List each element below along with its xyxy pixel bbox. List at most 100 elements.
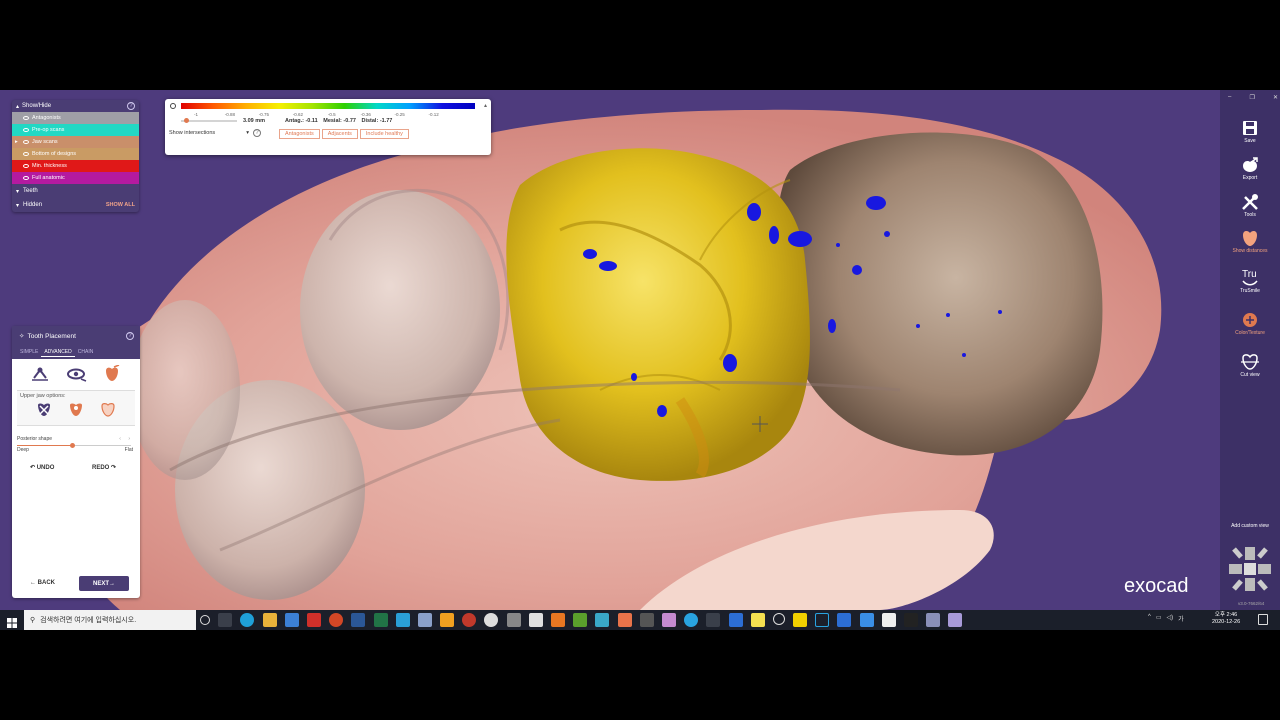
powerpoint-icon[interactable]: [329, 613, 344, 627]
eye-icon[interactable]: [23, 176, 29, 180]
color-texture-button[interactable]: Color/Texture: [1220, 310, 1280, 336]
layer-full-anatomic[interactable]: Full anatomic: [12, 172, 139, 184]
close-icon[interactable]: ✕: [1273, 94, 1278, 101]
excel-icon[interactable]: [373, 613, 388, 627]
mail-icon[interactable]: [284, 613, 299, 627]
save-button[interactable]: Save: [1220, 118, 1280, 144]
cortana-icon[interactable]: [200, 615, 210, 625]
app-icon[interactable]: [395, 613, 410, 627]
eye-icon[interactable]: [23, 128, 29, 132]
export-button[interactable]: Export: [1220, 155, 1280, 181]
minimize-icon[interactable]: –: [1228, 94, 1231, 101]
undo-button[interactable]: ↶ UNDO: [30, 464, 54, 471]
eye-icon[interactable]: [23, 152, 29, 156]
restore-icon[interactable]: ❐: [1249, 94, 1254, 101]
adjacents-button[interactable]: Adjacents: [321, 129, 358, 139]
app-icon[interactable]: [881, 613, 896, 627]
app-icon[interactable]: [551, 613, 565, 627]
show-hide-header[interactable]: ▴ Show/Hide ?: [12, 100, 139, 112]
notification-icon[interactable]: [1258, 614, 1268, 625]
magnifier-icon[interactable]: [528, 613, 543, 627]
file-explorer-icon[interactable]: [262, 613, 277, 627]
app-icon[interactable]: [462, 613, 477, 627]
help-icon[interactable]: ?: [253, 129, 261, 137]
kakaotalk-icon[interactable]: [793, 613, 808, 627]
volume-icon[interactable]: ◁): [1167, 614, 1174, 623]
app-icon[interactable]: [750, 613, 765, 627]
network-icon[interactable]: ▭: [1156, 614, 1162, 623]
app-icon[interactable]: [639, 613, 654, 627]
language-icon[interactable]: 가: [1178, 614, 1184, 623]
app-icon[interactable]: [661, 613, 676, 627]
exocad-taskbar-icon[interactable]: [948, 613, 963, 627]
teeth-group[interactable]: ▾ Teeth: [12, 184, 139, 198]
posterior-shape-slider[interactable]: [17, 443, 131, 448]
view-rotate-icon[interactable]: [65, 365, 87, 383]
app-icon[interactable]: [595, 613, 610, 627]
app-icon[interactable]: [859, 613, 874, 627]
free-move-icon[interactable]: [29, 365, 51, 383]
app-icon[interactable]: [904, 613, 918, 627]
taskbar-clock[interactable]: 오후 2:46 2020-12-26: [1212, 612, 1240, 626]
task-view-icon[interactable]: [218, 613, 233, 627]
tab-chain[interactable]: CHAIN: [75, 348, 97, 357]
add-custom-view-button[interactable]: Add custom view: [1220, 523, 1280, 529]
layer-bottom-of-designs[interactable]: Bottom of designs: [12, 148, 139, 160]
taskbar-search[interactable]: ⚲ 검색하려면 여기에 입력하십시오.: [24, 610, 196, 630]
app-icon[interactable]: [573, 613, 588, 627]
app-icon[interactable]: [617, 613, 632, 627]
expand-icon[interactable]: ▸: [15, 139, 18, 145]
arrow-left-right-icon[interactable]: ‹ ›: [119, 436, 133, 442]
tools-button[interactable]: Tools: [1220, 192, 1280, 218]
chrome-icon[interactable]: [484, 613, 499, 627]
eye-icon[interactable]: [23, 116, 29, 120]
show-all-button[interactable]: SHOW ALL: [106, 202, 135, 208]
app-icon[interactable]: [417, 613, 432, 627]
tooth-morph-icon[interactable]: [68, 401, 84, 418]
word-icon[interactable]: [351, 613, 366, 627]
layer-pre-op-scans[interactable]: Pre-op scans: [12, 124, 139, 136]
app-icon[interactable]: [684, 613, 699, 627]
dental-scene[interactable]: [0, 90, 1220, 610]
3d-viewport[interactable]: [0, 90, 1220, 610]
view-navigator[interactable]: [1228, 545, 1272, 593]
layer-antagonists[interactable]: Antagonists: [12, 112, 139, 124]
chevron-up-icon[interactable]: ^: [1148, 614, 1151, 623]
layer-min-thickness[interactable]: Min. thickness: [12, 160, 139, 172]
calculator-icon[interactable]: [506, 613, 521, 627]
help-icon[interactable]: ?: [127, 102, 135, 110]
edge-icon[interactable]: [240, 613, 255, 627]
redo-button[interactable]: REDO ↷: [92, 464, 116, 471]
tooth-adapt-icon[interactable]: [101, 365, 123, 383]
help-icon[interactable]: ?: [126, 332, 134, 340]
app-icon[interactable]: [815, 613, 830, 627]
show-distances-button[interactable]: Show distances: [1220, 228, 1280, 254]
show-intersections-select[interactable]: Show intersections ▾: [169, 130, 253, 136]
windows-start-icon[interactable]: [7, 615, 17, 628]
app-icon[interactable]: [837, 613, 852, 627]
hidden-group[interactable]: ▾ Hidden SHOW ALL: [12, 198, 139, 212]
acrobat-icon[interactable]: [306, 613, 321, 627]
app-icon[interactable]: [706, 613, 721, 627]
tab-advanced[interactable]: ADVANCED: [41, 348, 75, 357]
eye-icon[interactable]: [23, 140, 29, 144]
slider-knob[interactable]: [183, 118, 189, 123]
app-icon[interactable]: [926, 613, 941, 627]
collapse-icon[interactable]: ▴: [484, 102, 487, 109]
occlusion-icon[interactable]: [36, 401, 52, 418]
app-icon[interactable]: [440, 613, 455, 627]
layer-jaw-scans[interactable]: ▸ Jaw scans: [12, 136, 139, 148]
back-button[interactable]: ← BACK: [30, 580, 55, 586]
antagonists-button[interactable]: Antagonists: [279, 129, 320, 139]
tooth-outline-icon[interactable]: [100, 401, 116, 418]
app-icon[interactable]: [728, 613, 743, 627]
tab-simple[interactable]: SIMPLE: [17, 348, 41, 357]
pin-icon[interactable]: [170, 103, 176, 109]
app-icon[interactable]: [772, 613, 785, 625]
slider-knob[interactable]: [70, 443, 76, 448]
next-button[interactable]: NEXT →: [79, 576, 129, 591]
cut-view-button[interactable]: Cut view: [1220, 352, 1280, 378]
trusmile-button[interactable]: Tru TruSmile: [1220, 268, 1280, 294]
eye-icon[interactable]: [23, 164, 29, 168]
include-healthy-button[interactable]: Include healthy: [359, 129, 409, 139]
